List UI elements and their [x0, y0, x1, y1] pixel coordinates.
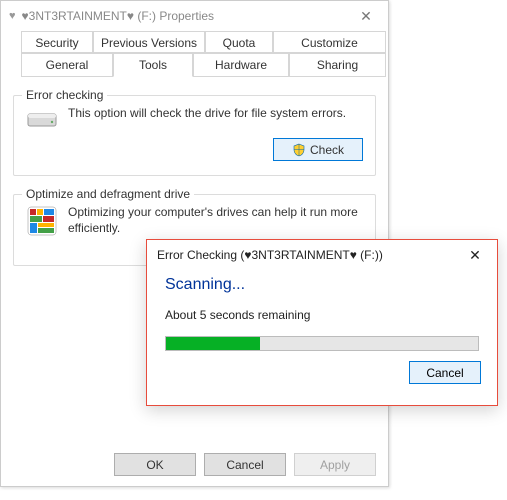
time-remaining: About 5 seconds remaining	[165, 308, 479, 322]
error-checking-dialog: Error Checking (♥3NT3RTAINMENT♥ (F:)) ✕ …	[146, 239, 498, 406]
tab-customize[interactable]: Customize	[273, 31, 386, 53]
ok-button[interactable]: OK	[114, 453, 196, 476]
modal-titlebar: Error Checking (♥3NT3RTAINMENT♥ (F:)) ✕	[147, 240, 497, 270]
tab-hardware[interactable]: Hardware	[193, 53, 289, 77]
close-icon[interactable]: ✕	[352, 8, 380, 25]
tab-security[interactable]: Security	[21, 31, 93, 53]
cancel-button[interactable]: Cancel	[204, 453, 286, 476]
progress-fill	[166, 337, 260, 350]
tab-tools[interactable]: Tools	[113, 53, 193, 77]
shield-icon	[292, 143, 306, 157]
scanning-label: Scanning...	[165, 276, 479, 294]
window-title: ♥3NT3RTAINMENT♥ (F:) Properties	[22, 9, 352, 23]
modal-close-icon[interactable]: ✕	[463, 247, 487, 264]
error-checking-group: Error checking This option will check th…	[13, 95, 376, 176]
tab-sharing[interactable]: Sharing	[289, 53, 386, 77]
error-checking-text: This option will check the drive for fil…	[68, 106, 363, 122]
drive-heart-icon: ♥︎	[9, 10, 16, 22]
tab-previous-versions[interactable]: Previous Versions	[93, 31, 205, 53]
optimize-title: Optimize and defragment drive	[22, 187, 194, 201]
drive-icon	[26, 110, 58, 130]
modal-cancel-button[interactable]: Cancel	[409, 361, 481, 384]
check-button-label: Check	[310, 143, 344, 157]
apply-button[interactable]: Apply	[294, 453, 376, 476]
progress-bar	[165, 336, 479, 351]
check-button[interactable]: Check	[273, 138, 363, 161]
tab-quota[interactable]: Quota	[205, 31, 273, 53]
tab-general[interactable]: General	[21, 53, 113, 77]
tab-strip: Security Previous Versions Quota Customi…	[21, 31, 368, 77]
optimize-text: Optimizing your computer's drives can he…	[68, 205, 363, 236]
titlebar: ♥︎ ♥3NT3RTAINMENT♥ (F:) Properties ✕	[1, 1, 388, 31]
modal-title: Error Checking (♥3NT3RTAINMENT♥ (F:))	[157, 248, 463, 262]
error-checking-title: Error checking	[22, 88, 107, 102]
dialog-button-row: OK Cancel Apply	[114, 453, 376, 476]
defrag-icon	[26, 205, 58, 237]
